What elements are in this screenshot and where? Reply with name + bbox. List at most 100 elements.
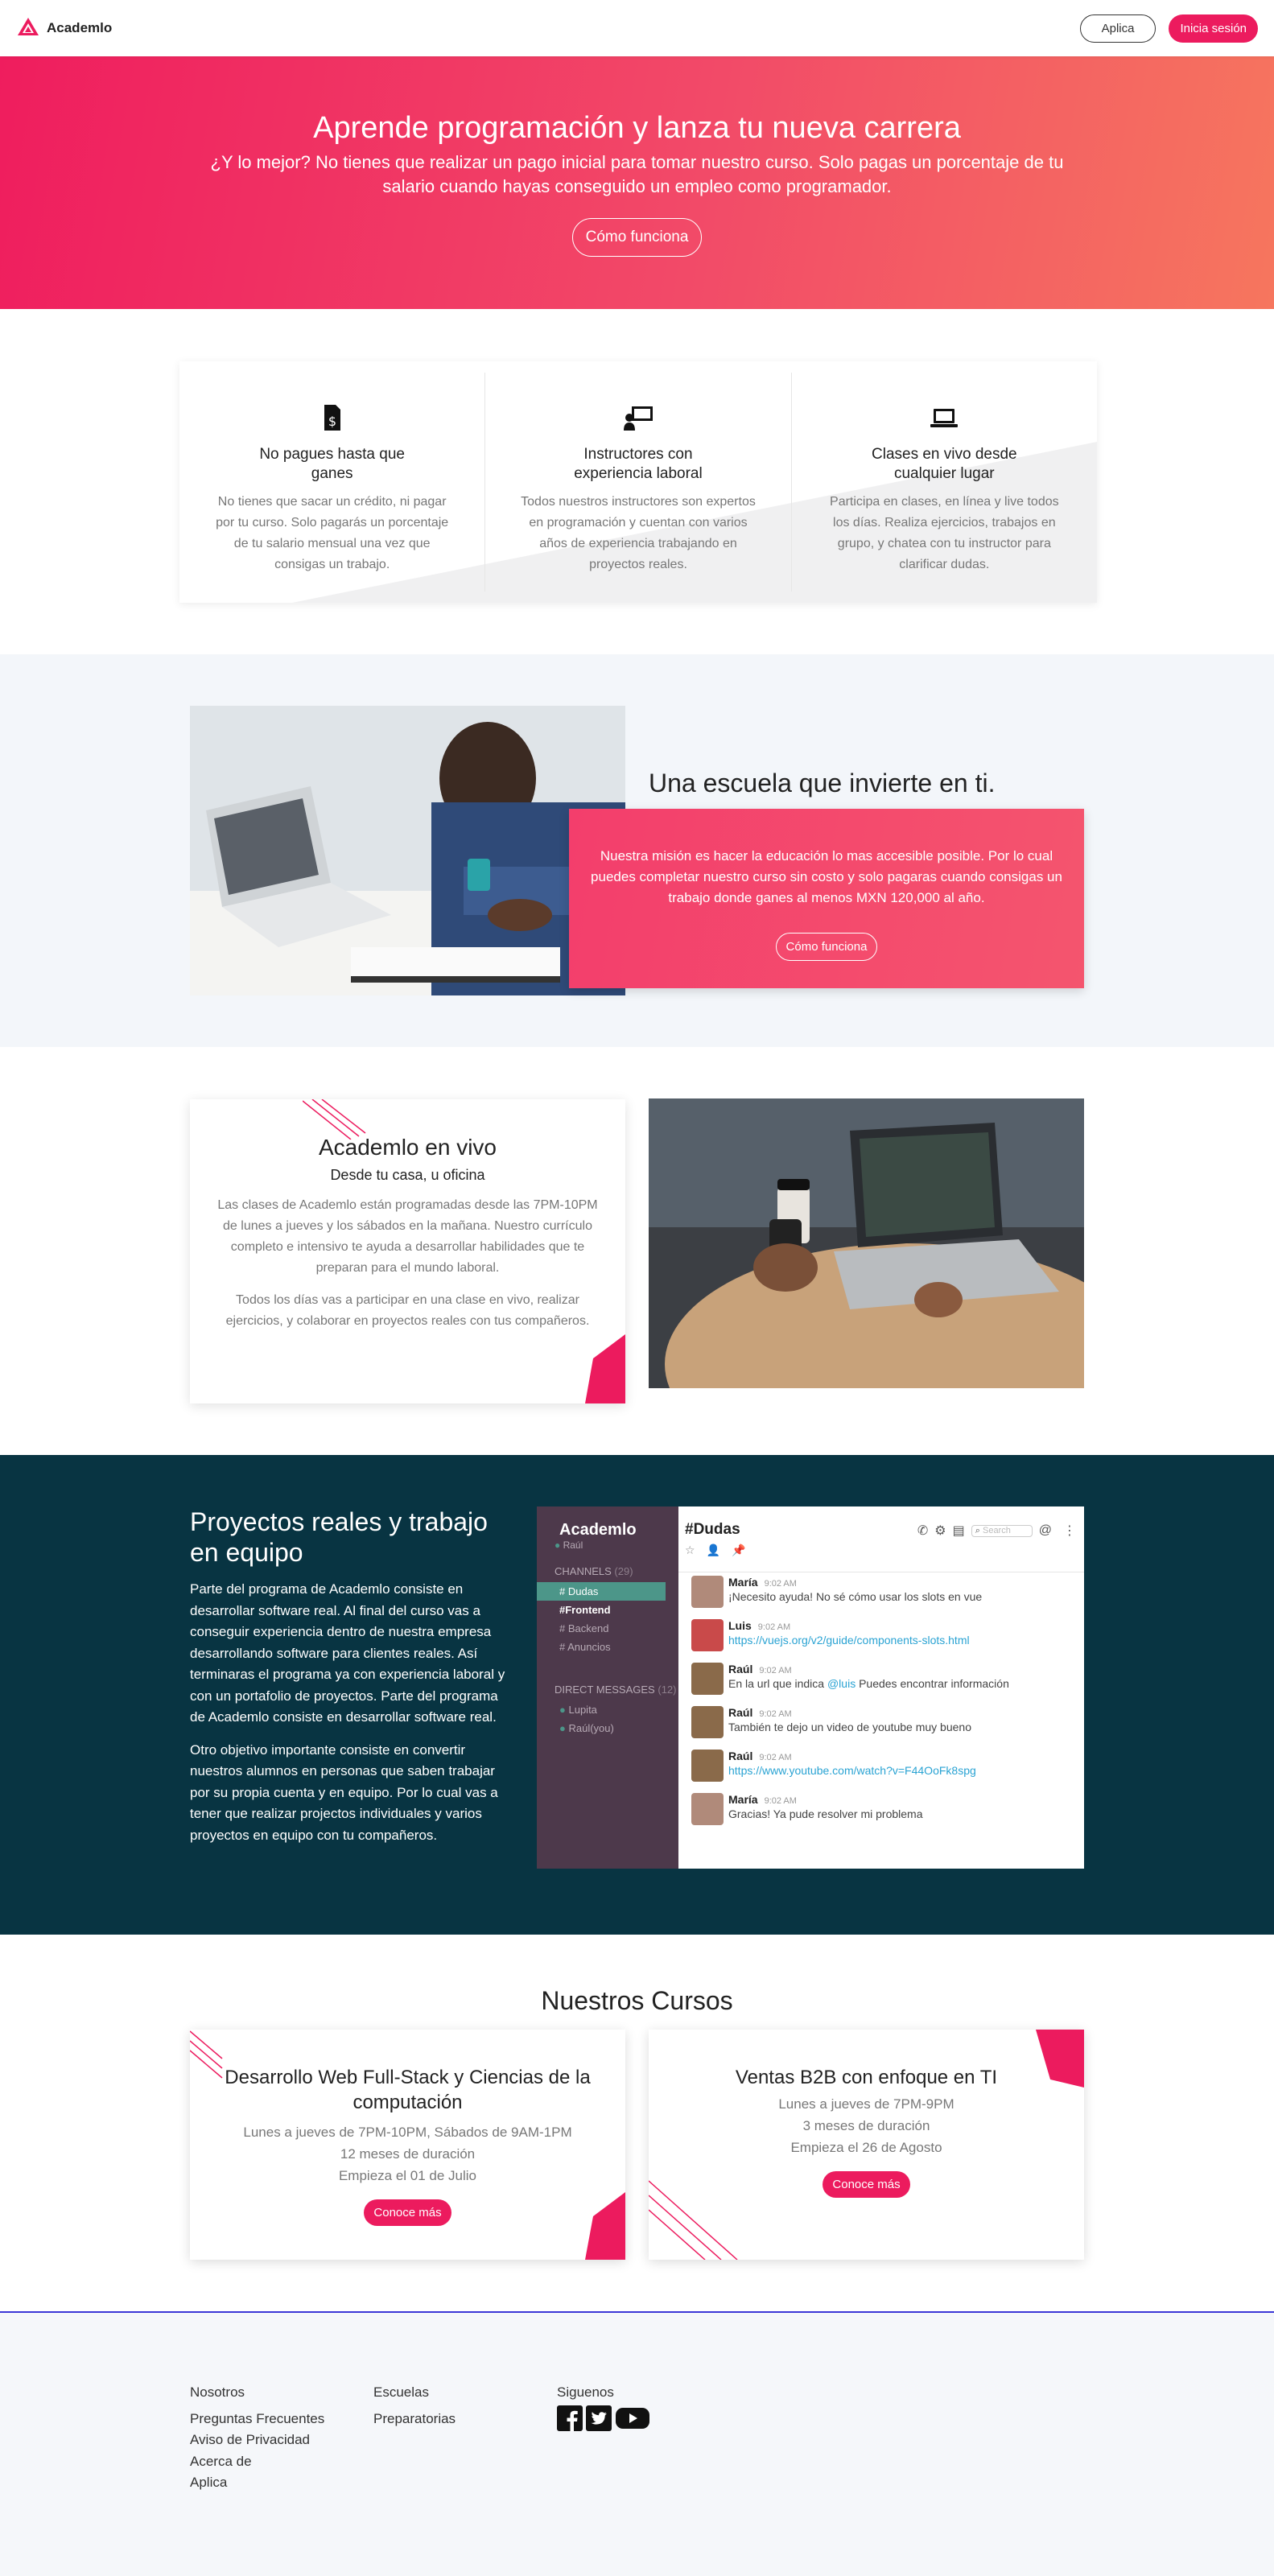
message: María 9:02 AM ¡Necesito ayuda! No sé cómo… (691, 1576, 1084, 1619)
message-link[interactable]: https://www.youtube.com/watch?v=F44OoFk8… (728, 1764, 976, 1777)
features-panel: $ No pagues hasta que ganes No tienes qu… (179, 361, 1097, 603)
star-icon[interactable]: ☆ (685, 1544, 695, 1557)
channel-anuncios[interactable]: # Anuncios (537, 1638, 678, 1656)
avatar (691, 1663, 724, 1695)
slack-sidebar: Academlo ● Raúl CHANNELS (29) # Dudas #F… (537, 1506, 678, 1869)
message-time: 9:02 AM (759, 1709, 792, 1719)
laptop-coffee-photo (649, 1098, 1084, 1388)
feature-instructors: Instructores con experiencia laboral Tod… (485, 373, 792, 591)
avatar (691, 1576, 724, 1608)
message: Luis 9:02 AM https://vuejs.org/v2/guide/c… (691, 1619, 1084, 1663)
gear-icon[interactable]: ⚙ (934, 1523, 946, 1539)
pin-icon[interactable]: 📌 (732, 1544, 745, 1557)
apply-button[interactable]: Aplica (1079, 14, 1156, 43)
footer-link-about[interactable]: Acerca de (190, 2451, 324, 2473)
course-start: Empieza el 01 de Julio (338, 2168, 477, 2183)
decor-stripes (190, 2030, 223, 2079)
message-text-part: En la url que indica (728, 1677, 827, 1690)
facebook-icon[interactable] (557, 2405, 583, 2431)
mention-icon[interactable]: @ (1039, 1523, 1052, 1538)
message-author: Luis (728, 1619, 752, 1632)
laptop-icon (930, 409, 959, 427)
footer-link-nosotros[interactable]: Nosotros (190, 2382, 324, 2404)
nav-actions: Aplica Inicia sesión (1079, 14, 1258, 43)
search-icon: ⌕ (975, 1525, 980, 1535)
footer-link-faq[interactable]: Preguntas Frecuentes (190, 2409, 324, 2430)
decor-stripes (303, 1099, 366, 1140)
footer-link-schools[interactable]: Escuelas (373, 2382, 456, 2404)
course-schedule: Lunes a jueves de 7PM-10PM, Sábados de 9… (243, 2125, 572, 2140)
hero-subtitle: ¿Y lo mejor? No tienes que realizar un p… (210, 152, 1064, 196)
status-dot-icon: ● (559, 1704, 566, 1716)
courses-title: Nuestros Cursos (541, 1986, 733, 2015)
course-title: Desarrollo Web Full-Stack y Ciencias de … (225, 2067, 591, 2113)
svg-text:$: $ (328, 414, 336, 429)
dm-raul[interactable]: ● Raúl(you) (537, 1719, 678, 1737)
message: Raúl 9:02 AM En la url que indica @luis P… (691, 1663, 1084, 1706)
decor-corner-shape (585, 2192, 625, 2260)
sidebar-toggle-icon[interactable]: ▤ (953, 1523, 965, 1539)
search-box[interactable]: ⌕ Search (971, 1524, 1033, 1537)
live-subtitle: Desde tu casa, u oficina (330, 1167, 485, 1183)
channel-dudas[interactable]: # Dudas (537, 1582, 666, 1601)
slack-screenshot: Academlo ● Raúl CHANNELS (29) # Dudas #F… (537, 1506, 1084, 1869)
member-icon[interactable]: 👤 (707, 1544, 720, 1557)
youtube-icon[interactable] (615, 2405, 650, 2431)
message-author: María (728, 1576, 758, 1589)
course-start: Empieza el 26 de Agosto (790, 2140, 942, 2155)
slack-user-name: Raúl (563, 1539, 583, 1551)
decor-corner-shape (1036, 2030, 1084, 2088)
footer-col-about: Nosotros Preguntas Frecuentes Aviso de P… (190, 2382, 324, 2494)
hero-title: Aprende programación y lanza tu nueva ca… (313, 111, 961, 145)
school-title: Una escuela que invierte en ti. (649, 769, 996, 798)
student-photo-illustration (190, 706, 625, 995)
avatar (691, 1619, 724, 1651)
footer-link-apply[interactable]: Aplica (190, 2472, 324, 2494)
top-nav: Academlo Aplica Inicia sesión (0, 0, 1274, 56)
academlo-logo-icon (18, 18, 39, 35)
course-card-fullstack: Desarrollo Web Full-Stack y Ciencias de … (190, 2030, 625, 2260)
learn-more-button[interactable]: Conoce más (823, 2171, 910, 2198)
feature-text: Todos nuestros instructores son expertos… (521, 495, 756, 571)
message-time: 9:02 AM (757, 1622, 791, 1632)
decor-stripes (649, 2180, 738, 2260)
footer-link-privacy[interactable]: Aviso de Privacidad (190, 2430, 324, 2451)
channels-header-label: CHANNELS (555, 1565, 612, 1577)
laptop-photo-illustration (649, 1098, 1084, 1388)
phone-icon[interactable]: ✆ (917, 1523, 928, 1539)
course-title: Ventas B2B con enfoque en TI (735, 2067, 998, 2088)
footer: Nosotros Preguntas Frecuentes Aviso de P… (0, 2313, 1274, 2576)
more-options-icon[interactable]: ⋮ (1063, 1523, 1076, 1539)
projects-text: Proyectos reales y trabajo en equipo Par… (190, 1506, 512, 1846)
instructor-board-icon (623, 406, 653, 431)
twitter-icon[interactable] (586, 2405, 612, 2431)
social-links (557, 2405, 650, 2431)
live-text-2: Todos los días vas a participar en una c… (225, 1293, 590, 1328)
feature-title: Instructores con experiencia laboral (574, 446, 703, 482)
slack-team-name: Academlo (559, 1521, 637, 1539)
brand-logo[interactable]: Academlo (16, 16, 112, 40)
course-schedule: Lunes a jueves de 7PM-9PM (778, 2096, 954, 2112)
mission-how-it-works-button[interactable]: Cómo funciona (775, 933, 878, 961)
user-mention[interactable]: @luis (827, 1677, 856, 1690)
course-duration: 12 meses de duración (340, 2146, 476, 2162)
channel-backend[interactable]: # Backend (537, 1619, 678, 1638)
message-link[interactable]: https://vuejs.org/v2/guide/components-sl… (728, 1634, 970, 1647)
projects-text-2: Otro objetivo importante consiste en con… (190, 1741, 498, 1843)
channel-frontend[interactable]: #Frontend (537, 1601, 678, 1619)
footer-link-high-schools[interactable]: Preparatorias (373, 2409, 456, 2430)
dm-lupita[interactable]: ● Lupita (537, 1700, 678, 1719)
slack-main: #Dudas ☆ 👤 📌 ✆ ⚙ ▤ ⌕ Search @ ⋮ María 9:0… (678, 1506, 1084, 1869)
learn-more-button[interactable]: Conoce más (364, 2199, 451, 2226)
message: María 9:02 AM Gracias! Ya pude resolver m… (691, 1793, 1084, 1836)
message-text: ¡Necesito ayuda! No sé cómo usar los slo… (728, 1590, 983, 1603)
how-it-works-button[interactable]: Cómo funciona (571, 218, 703, 257)
dm-header: DIRECT MESSAGES (12) (537, 1656, 678, 1700)
slack-user: ● Raúl (537, 1539, 678, 1551)
login-button[interactable]: Inicia sesión (1169, 14, 1258, 43)
dm-name: Raúl(you) (568, 1722, 614, 1734)
message-text-part: Puedes encontrar información (856, 1677, 1009, 1690)
brand-name: Academlo (47, 20, 113, 35)
course-card-sales: Ventas B2B con enfoque en TI Lunes a jue… (649, 2030, 1084, 2260)
dm-count: (12) (658, 1684, 677, 1696)
